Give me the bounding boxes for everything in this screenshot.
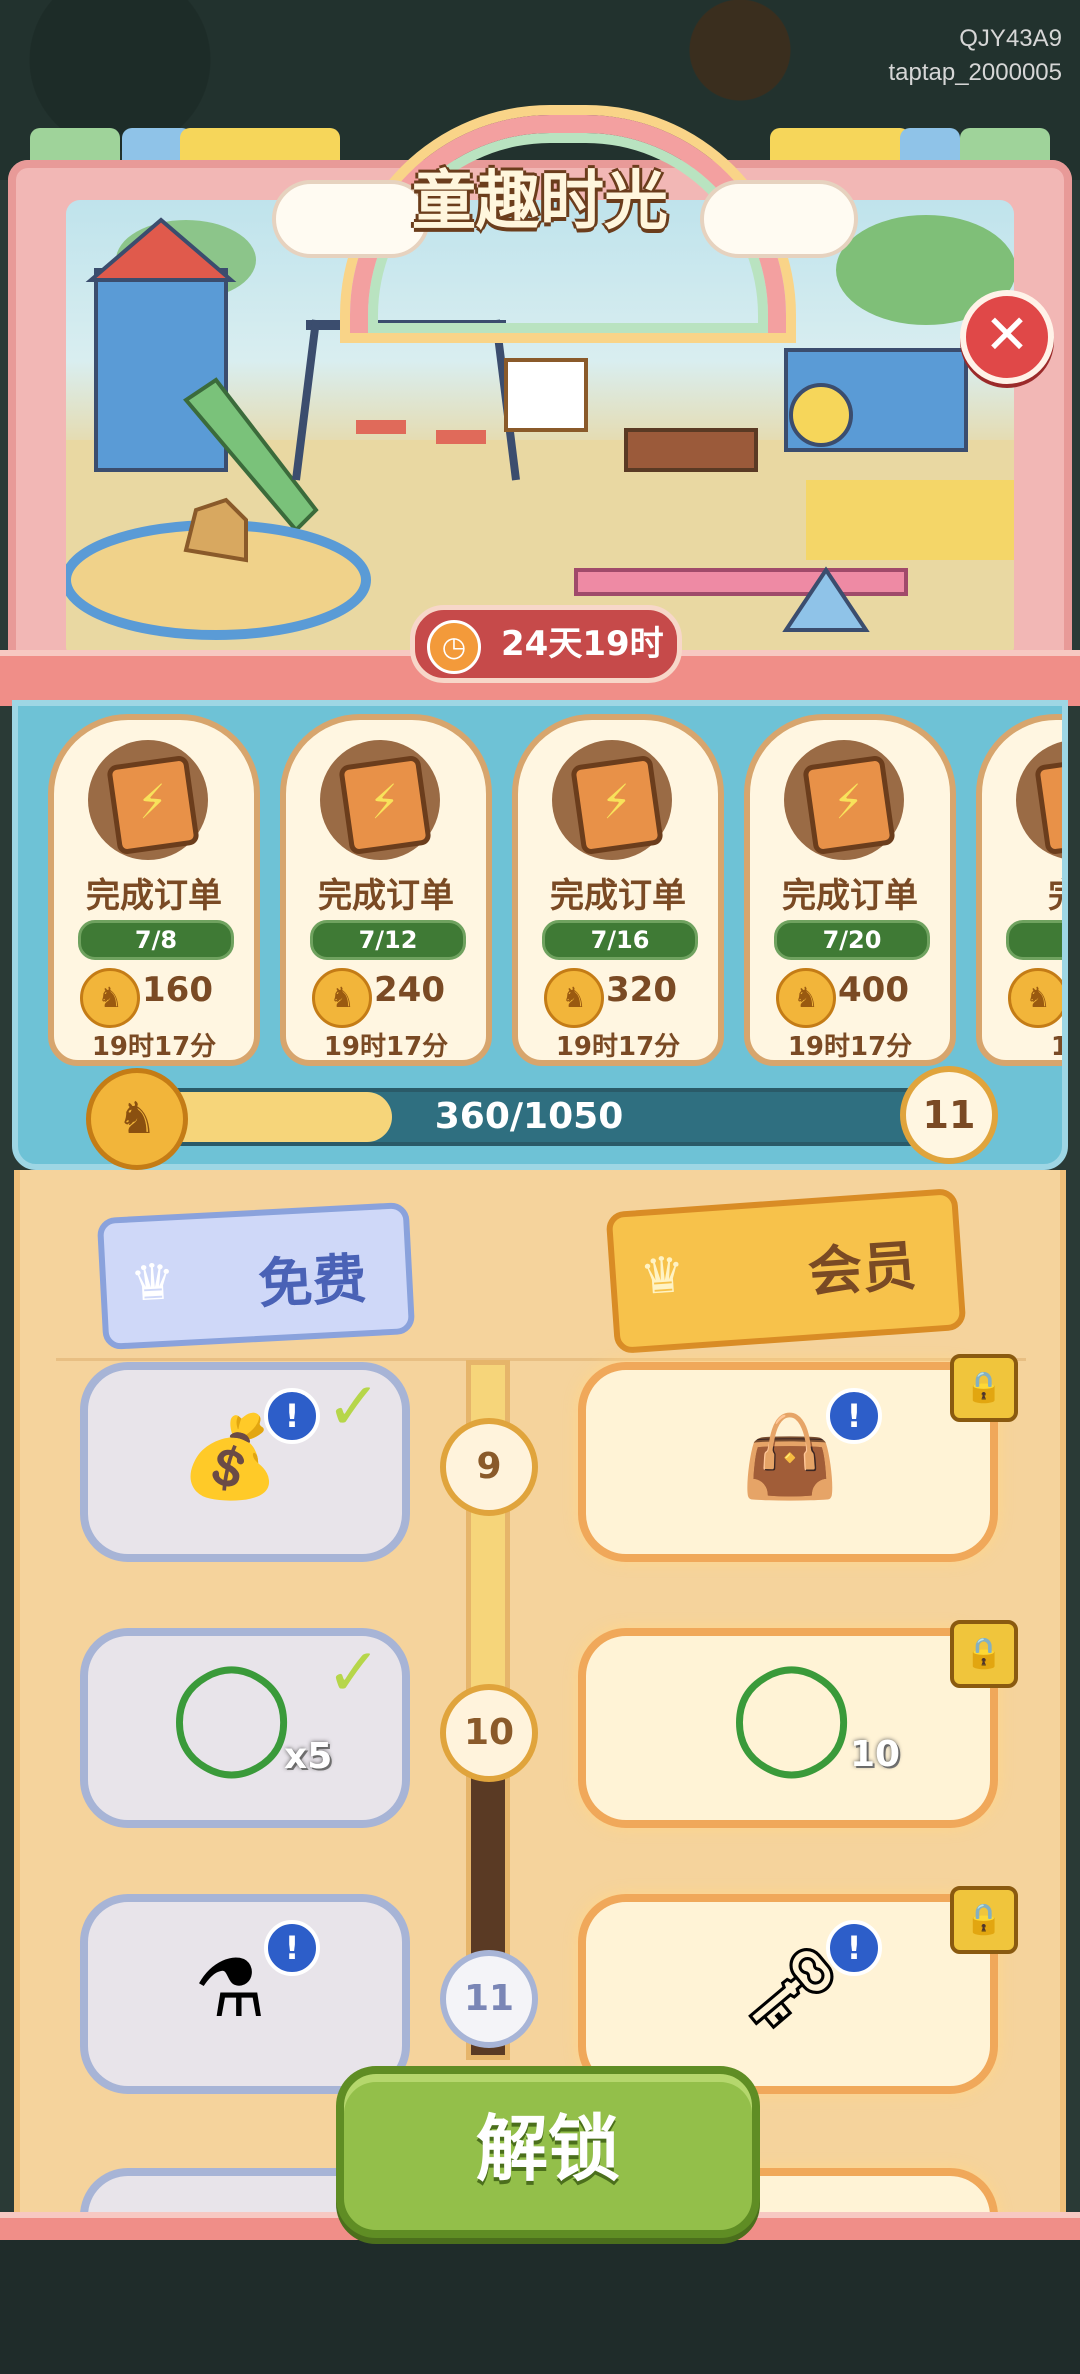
- vip-reward-qty: 10: [850, 1734, 901, 1775]
- account-info: QJY43A9 taptap_2000005: [888, 22, 1062, 90]
- task-name: 完成订单: [550, 876, 686, 916]
- lock-icon: 🔒: [950, 1886, 1018, 1954]
- task-progress: 7/16: [542, 920, 698, 960]
- checkmark-icon: ✓: [326, 1634, 382, 1711]
- level-node: 9: [440, 1418, 538, 1516]
- task-name: 完成订单: [318, 876, 454, 916]
- task-name: 完成订单: [86, 876, 222, 916]
- tab-free-label: 免费: [256, 1247, 368, 1316]
- info-icon[interactable]: !: [826, 1388, 882, 1444]
- task-progress: 7: [1006, 920, 1062, 960]
- progress-bar: 360/1050: [90, 1088, 968, 1146]
- user-id: taptap_2000005: [888, 59, 1062, 86]
- close-button[interactable]: ✕: [960, 290, 1054, 384]
- task-reward: 320: [606, 970, 677, 1010]
- task-time: 19时: [1050, 1032, 1068, 1062]
- task-reward: 240: [374, 970, 445, 1010]
- horse-coin-icon: ♞: [86, 1068, 188, 1170]
- info-icon[interactable]: !: [264, 1920, 320, 1976]
- divider: [56, 1358, 1026, 1361]
- event-timer: ◷ 24天19时: [410, 605, 682, 683]
- lightning-note-icon: ⚡: [106, 754, 200, 856]
- task-time: 19时17分: [555, 1032, 681, 1062]
- task-icon: ⚡: [320, 740, 440, 860]
- crown-icon: ♛: [638, 1245, 687, 1307]
- task-card[interactable]: ⚡ 完成订单 7/8 ♞ 160 19时17分: [48, 714, 260, 1066]
- tab-free[interactable]: ♛ 免费: [96, 1201, 416, 1351]
- lightning-note-icon: ⚡: [802, 754, 896, 856]
- lock-icon: 🔒: [950, 1620, 1018, 1688]
- level-node: 10: [440, 1684, 538, 1782]
- task-time: 19时17分: [323, 1032, 449, 1062]
- task-card[interactable]: ⚡ 完成订单 7/20 ♞ 400 19时17分: [744, 714, 956, 1066]
- task-progress: 7/8: [78, 920, 234, 960]
- lightning-note-icon: ⚡: [338, 754, 432, 856]
- key-icon: 🗝: [740, 1942, 842, 2035]
- clock-icon: ◷: [427, 620, 481, 674]
- horse-coin-icon: ♞: [1008, 968, 1062, 1028]
- lightning-note-icon: ⚡: [570, 754, 664, 856]
- timer-text: 24天19时: [501, 624, 664, 664]
- task-icon: ⚡: [88, 740, 208, 860]
- jade-ring-icon: ◯: [730, 1649, 854, 1777]
- info-icon[interactable]: !: [264, 1388, 320, 1444]
- tab-vip[interactable]: ♛ 会员: [605, 1187, 967, 1355]
- task-time: 19时17分: [787, 1032, 913, 1062]
- task-icon: ⚡: [552, 740, 672, 860]
- task-card[interactable]: ⚡ 完成7 ♞ 19时: [976, 714, 1068, 1066]
- crown-icon: ♛: [128, 1252, 177, 1313]
- task-name: 完成订单: [782, 876, 918, 916]
- tab-vip-label: 会员: [805, 1233, 919, 1305]
- progress-text: 360/1050: [434, 1096, 624, 1137]
- free-reward-qty: x5: [284, 1736, 333, 1777]
- task-progress: 7/20: [774, 920, 930, 960]
- task-icon: ⚡: [1016, 740, 1062, 860]
- level-node: 11: [440, 1950, 538, 2048]
- background-bottom: [0, 2240, 1080, 2374]
- task-reward: 400: [838, 970, 909, 1010]
- close-icon: ✕: [984, 303, 1030, 366]
- treasure-bag-icon: 👜: [740, 1410, 840, 1503]
- horse-coin-icon: ♞: [80, 968, 140, 1028]
- lock-icon: 🔒: [950, 1354, 1018, 1422]
- horse-coin-icon: ♞: [544, 968, 604, 1028]
- task-icon: ⚡: [784, 740, 904, 860]
- task-name: 完成: [982, 868, 1062, 917]
- task-reward: 160: [142, 970, 213, 1010]
- task-card[interactable]: ⚡ 完成订单 7/16 ♞ 320 19时17分: [512, 714, 724, 1066]
- current-level-badge: 11: [900, 1066, 998, 1164]
- unlock-button[interactable]: 解锁: [336, 2066, 760, 2238]
- event-title: 童趣时光: [412, 165, 668, 239]
- horse-coin-icon: ♞: [776, 968, 836, 1028]
- task-progress: 7/12: [310, 920, 466, 960]
- checkmark-icon: ✓: [326, 1368, 382, 1445]
- info-icon[interactable]: !: [826, 1920, 882, 1976]
- lightning-note-icon: ⚡: [1034, 754, 1062, 856]
- horse-coin-icon: ♞: [312, 968, 372, 1028]
- task-card[interactable]: ⚡ 完成订单 7/12 ♞ 240 19时17分: [280, 714, 492, 1066]
- task-time: 19时17分: [91, 1032, 217, 1062]
- user-code: QJY43A9: [959, 25, 1062, 52]
- jade-ring-icon: ◯: [170, 1649, 294, 1777]
